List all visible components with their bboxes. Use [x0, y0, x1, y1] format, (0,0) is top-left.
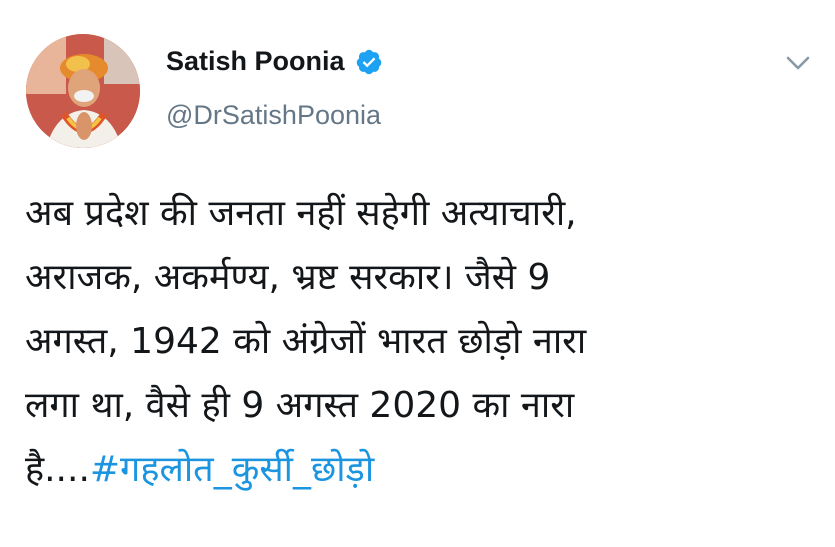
avatar[interactable] [26, 34, 140, 148]
avatar-image [26, 34, 140, 148]
verified-badge-icon [355, 48, 383, 76]
tweet-line: लगा था, वैसे ही 9 अगस्त 2020 का नारा [25, 385, 575, 426]
hashtag-link[interactable]: #गहलोत_कुर्सी_छोड़ो [90, 449, 374, 490]
author-name-text[interactable]: Satish Poonia [166, 46, 345, 77]
author-name[interactable]: Satish Poonia [166, 46, 383, 77]
tweet-line: अगस्त, 1942 को अंग्रेजों भारत छोड़ो नारा [25, 321, 587, 362]
tweet-line: अराजक, अकर्मण्य, भ्रष्ट सरकार। जैसे 9 [25, 257, 551, 298]
tweet-line-prefix: है.... [25, 449, 90, 490]
author-handle[interactable]: @DrSatishPoonia [166, 100, 381, 131]
tweet-line: अब प्रदेश की जनता नहीं सहेगी अत्याचारी, [25, 193, 577, 234]
tweet-card: Satish Poonia @DrSatishPoonia अब प्रदेश … [0, 0, 835, 547]
tweet-text: अब प्रदेश की जनता नहीं सहेगी अत्याचारी, … [25, 182, 815, 502]
chevron-down-icon[interactable] [784, 52, 812, 74]
